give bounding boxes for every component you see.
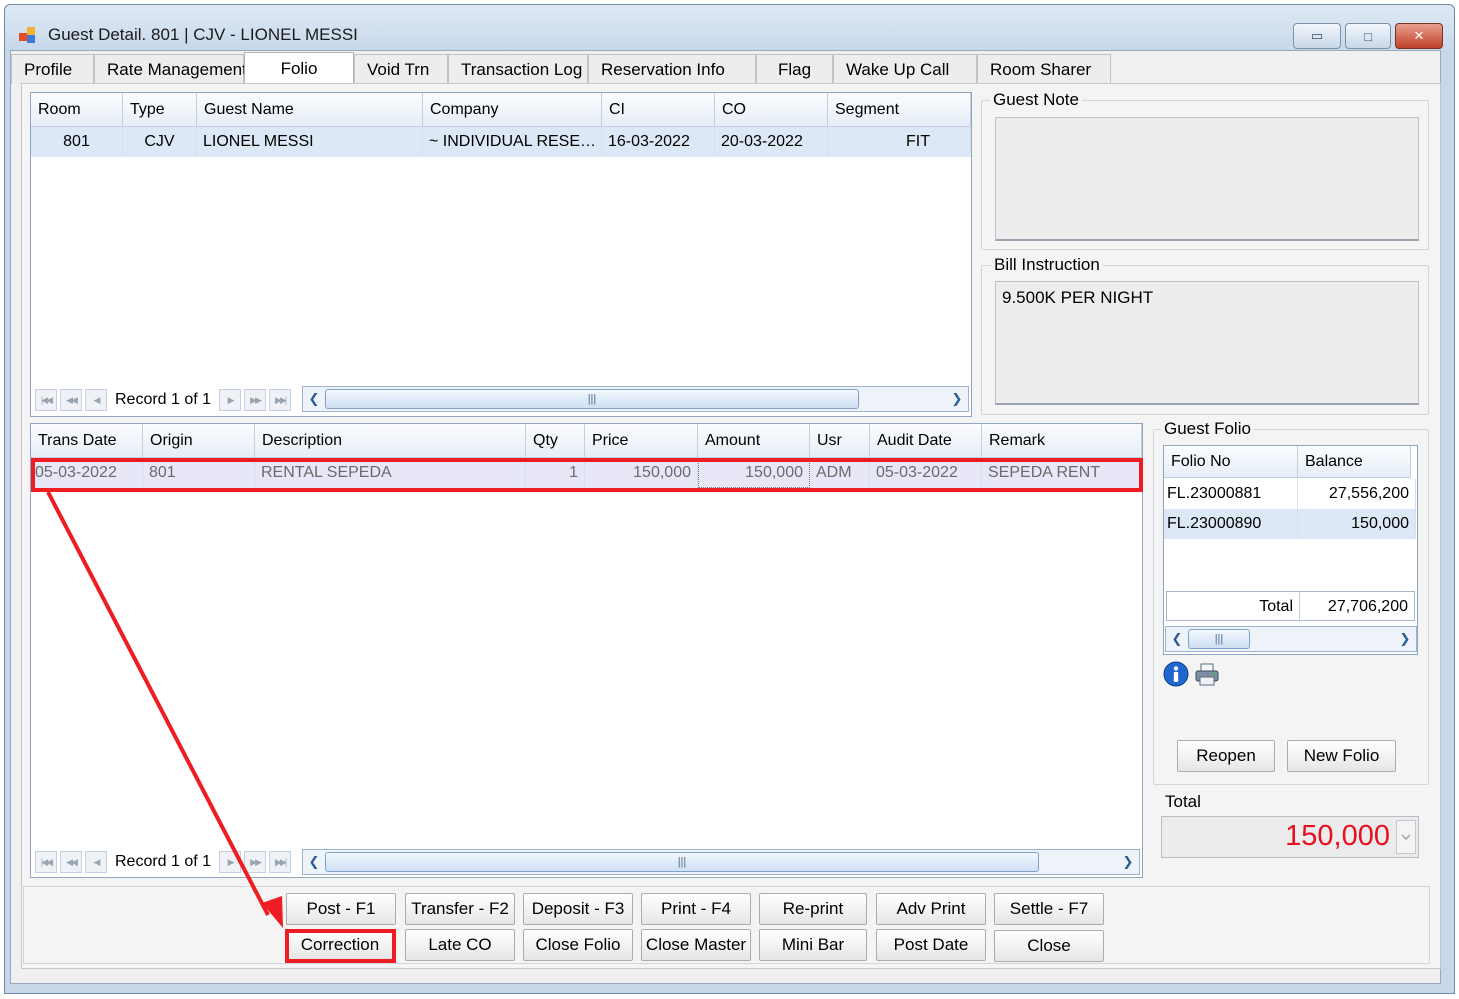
- annotation-arrow: [46, 491, 283, 928]
